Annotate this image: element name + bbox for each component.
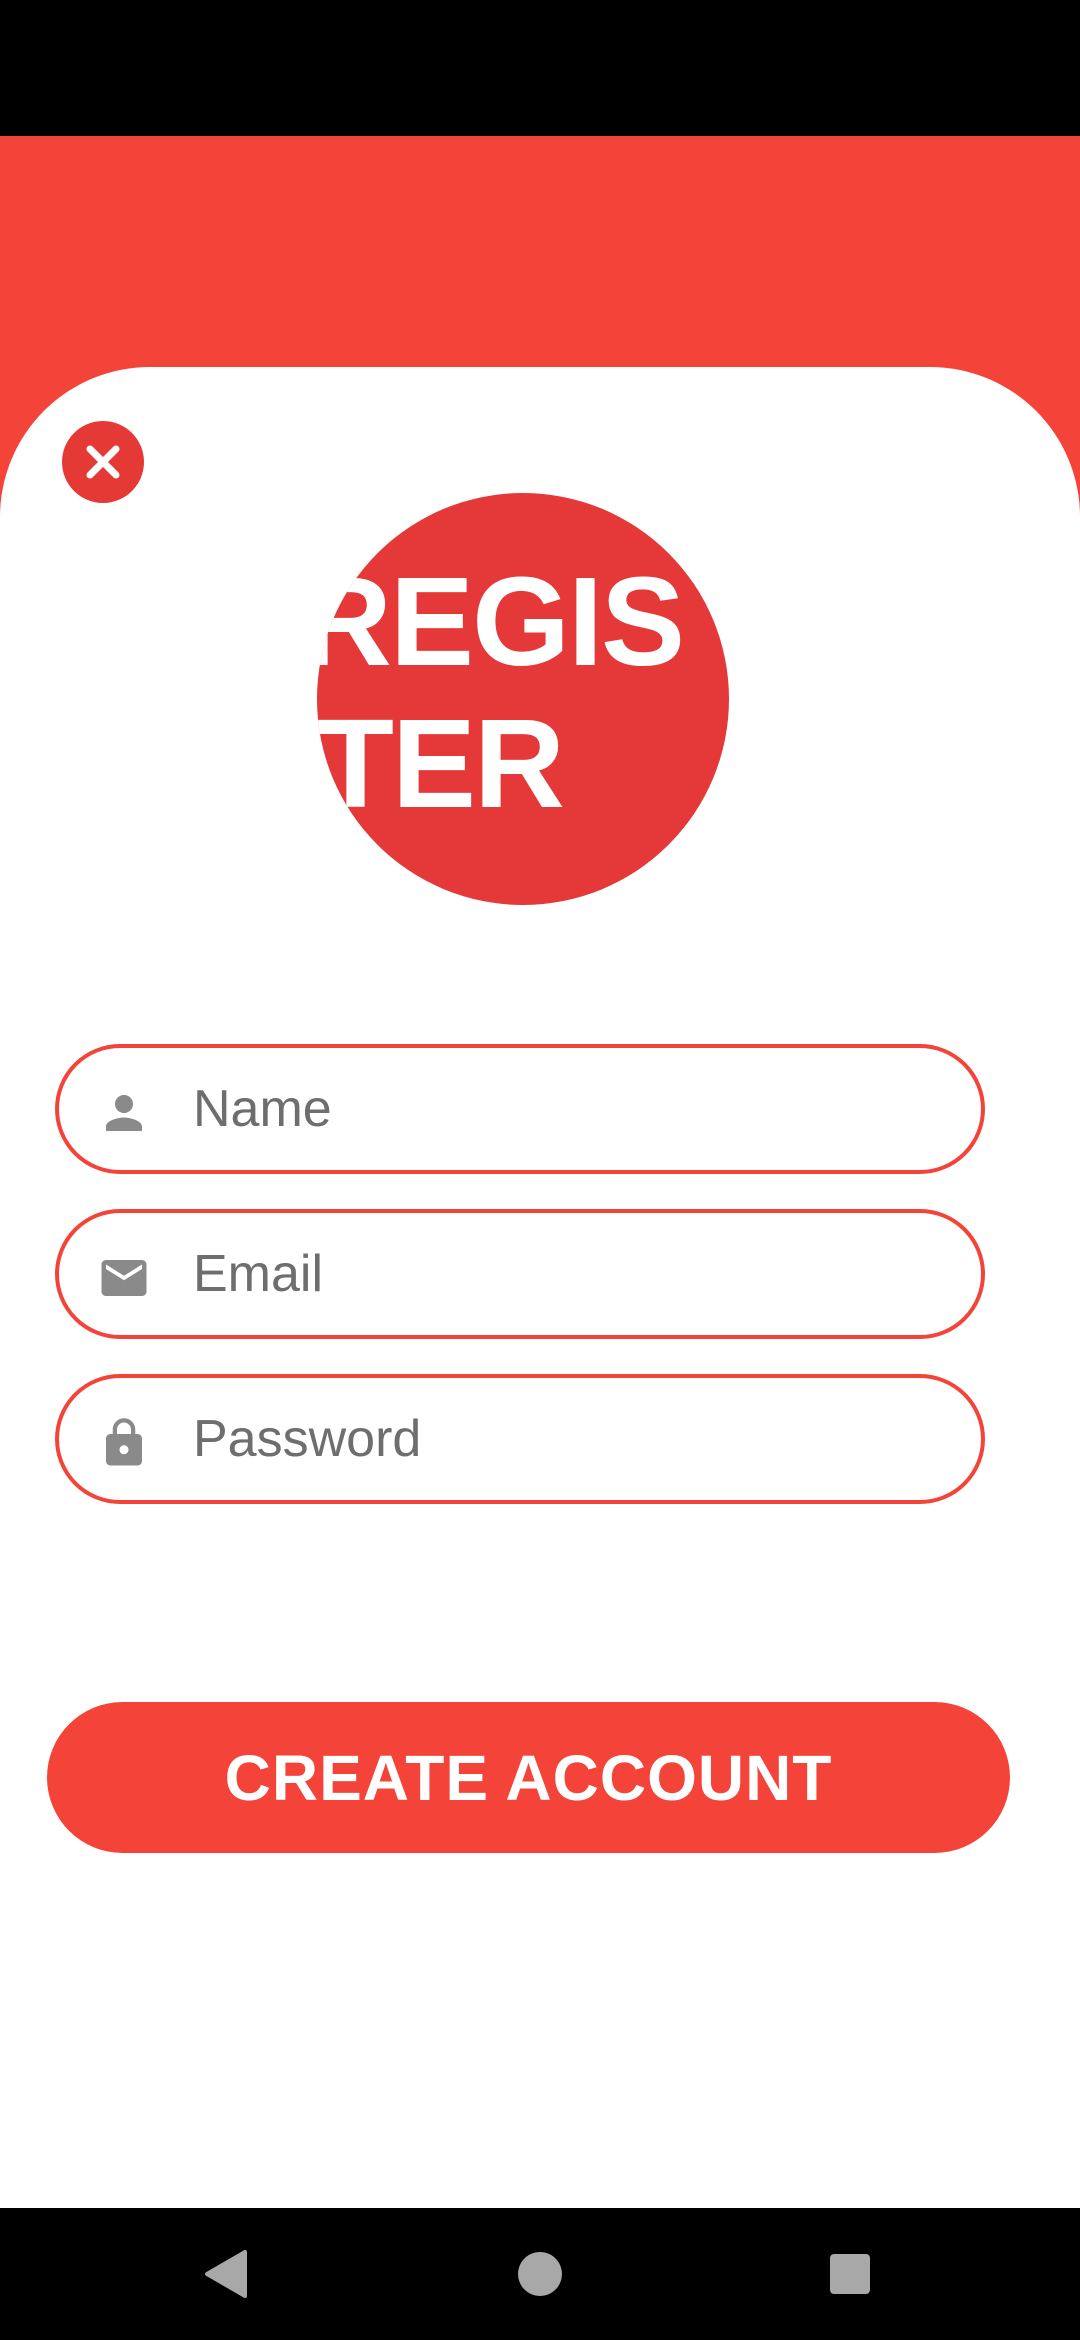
- email-field[interactable]: [55, 1209, 985, 1339]
- name-input[interactable]: [193, 1068, 933, 1150]
- register-screen: REGISTER CREATE ACCOUNT: [0, 0, 1080, 2340]
- nav-recents-button[interactable]: [800, 2228, 900, 2320]
- create-account-button[interactable]: CREATE ACCOUNT: [47, 1702, 1010, 1853]
- recents-square-icon: [830, 2254, 870, 2294]
- password-field[interactable]: [55, 1374, 985, 1504]
- mail-icon: [101, 1260, 147, 1296]
- status-bar: [0, 0, 1080, 136]
- close-button[interactable]: [62, 421, 144, 503]
- page-title: REGISTER: [317, 551, 685, 834]
- nav-home-button[interactable]: [490, 2228, 590, 2320]
- password-input[interactable]: [193, 1398, 933, 1480]
- email-input[interactable]: [193, 1233, 933, 1315]
- app-content: REGISTER CREATE ACCOUNT: [0, 136, 1080, 2208]
- close-icon: [86, 445, 120, 479]
- name-field[interactable]: [55, 1044, 985, 1174]
- lock-icon: [106, 1418, 142, 1466]
- system-nav-bar: [0, 2208, 1080, 2340]
- register-badge: REGISTER: [317, 493, 729, 905]
- person-icon: [106, 1095, 142, 1131]
- nav-back-button[interactable]: [175, 2228, 275, 2320]
- home-circle-icon: [518, 2252, 562, 2296]
- back-triangle-icon: [205, 2250, 247, 2298]
